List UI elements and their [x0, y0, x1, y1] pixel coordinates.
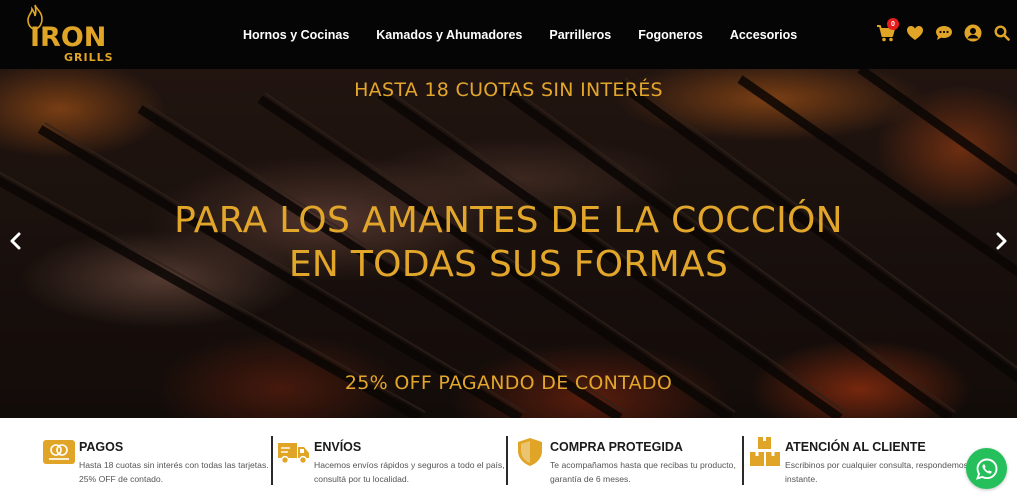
- feature-description: Hasta 18 cuotas sin interés con todas la…: [79, 460, 269, 484]
- feature-divider: [506, 436, 508, 485]
- feature-description: Te acompañamos hasta que recibas tu prod…: [550, 460, 736, 484]
- search-button[interactable]: [991, 22, 1013, 44]
- heart-icon: [907, 26, 923, 40]
- slider-next-button[interactable]: [992, 229, 1012, 253]
- logo-text-iron: IRON: [30, 22, 107, 53]
- feature-description: Escribinos por cualquier consulta, respo…: [785, 460, 978, 484]
- feature-divider: [271, 436, 273, 485]
- nav-item-kamados-y-ahumadores[interactable]: Kamados y Ahumadores: [376, 28, 522, 42]
- chevron-right-icon: [996, 232, 1007, 250]
- hero-headline-line1: PARA LOS AMANTES DE LA COCCIÓN: [174, 200, 843, 241]
- features-bar: PAGOS Hasta 18 cuotas sin interés con to…: [0, 418, 1017, 500]
- site-header: IRON GRILLS Hornos y Cocinas Kamados y A…: [0, 0, 1017, 69]
- nav-item-hornos-y-cocinas[interactable]: Hornos y Cocinas: [243, 28, 349, 42]
- shield-icon: [518, 438, 542, 466]
- feature-envios: ENVÍOS Hacemos envíos rápidos y seguros …: [278, 436, 508, 496]
- feature-title: ENVÍOS: [314, 440, 362, 454]
- cart-button[interactable]: 0: [875, 18, 899, 44]
- delivery-truck-icon: [278, 443, 309, 465]
- header-icons: 0: [868, 18, 1013, 46]
- feature-title: PAGOS: [79, 440, 124, 454]
- wishlist-button[interactable]: [904, 22, 926, 44]
- nav-item-parrilleros[interactable]: Parrilleros: [549, 28, 611, 42]
- iron-grills-logo[interactable]: IRON GRILLS: [24, 4, 120, 66]
- chat-button[interactable]: [933, 22, 955, 44]
- logo-text-grills: GRILLS: [64, 51, 114, 64]
- boxes-icon: [750, 437, 780, 466]
- user-icon: [964, 24, 982, 42]
- feature-description: Hacemos envíos rápidos y seguros a todo …: [314, 460, 505, 484]
- chevron-left-icon: [10, 232, 21, 250]
- feature-title: ATENCIÓN AL CLIENTE: [785, 440, 926, 454]
- account-button[interactable]: [962, 22, 984, 44]
- search-icon: [994, 25, 1010, 41]
- feature-divider: [742, 436, 744, 485]
- feature-compra-protegida: COMPRA PROTEGIDA Te acompañamos hasta qu…: [514, 436, 744, 496]
- hero-installments-text: HASTA 18 CUOTAS SIN INTERÉS: [354, 79, 663, 101]
- feature-atencion-al-cliente: ATENCIÓN AL CLIENTE Escribinos por cualq…: [749, 436, 979, 496]
- main-nav: Hornos y Cocinas Kamados y Ahumadores Pa…: [243, 0, 824, 69]
- hero-slider: HASTA 18 CUOTAS SIN INTERÉS PARA LOS AMA…: [0, 69, 1017, 418]
- whatsapp-icon: [975, 458, 997, 480]
- slider-prev-button[interactable]: [5, 229, 25, 253]
- nav-item-fogoneros[interactable]: Fogoneros: [638, 28, 703, 42]
- whatsapp-button[interactable]: [966, 448, 1007, 489]
- hero-headline: PARA LOS AMANTES DE LA COCCIÓN EN TODAS …: [0, 199, 1017, 287]
- credit-card-icon: [43, 440, 75, 464]
- hero-discount-text: 25% OFF PAGANDO DE CONTADO: [344, 372, 673, 394]
- feature-title: COMPRA PROTEGIDA: [550, 440, 683, 454]
- chat-bubble-icon: [936, 26, 952, 40]
- cart-count-badge: 0: [887, 18, 899, 30]
- feature-pagos: PAGOS Hasta 18 cuotas sin interés con to…: [43, 436, 273, 496]
- nav-item-accesorios[interactable]: Accesorios: [730, 28, 797, 42]
- hero-headline-line2: EN TODAS SUS FORMAS: [288, 244, 729, 285]
